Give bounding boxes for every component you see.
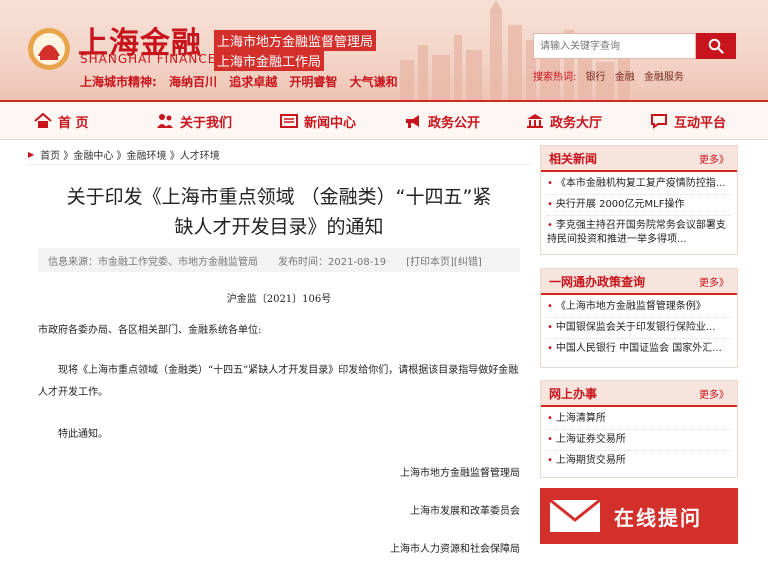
city-spirit-label: 上海城市精神: [80,75,157,89]
list-item-text: 李克强主持召开国务院常务会议部署支持民间投资和推进一举多得项... [547,220,726,245]
article-meta: 信息来源：市金融工作党委、市地方金融监管局 发布时间：2021-08-19 [打… [38,248,520,272]
nav-news[interactable]: 新闻中心 [280,102,356,140]
hot-search-words: 搜索热词: 银行 金融 金融服务 [533,68,690,83]
list-item-text: 《本市金融机构复工复产疫情防控指... [555,178,726,189]
list-item[interactable]: • 上海清算所 [547,409,731,430]
panel-header: 网上办事 更多》 [541,381,737,407]
breadcrumb-arrow-icon: ▶ [28,150,35,159]
search-button[interactable] [696,33,736,59]
list-item-text: 《上海市地方金融监督管理条例》 [555,301,706,312]
nav-public-affairs[interactable]: 政务公开 [404,102,480,140]
nav-interaction[interactable]: 互动平台 [650,102,726,140]
list-item[interactable]: • 上海期货交易所 [547,451,731,471]
list-item-text: 中国人民银行 中国证监会 国家外汇... [555,343,722,354]
brand-name-english: SHANGHAI FINANCE [80,52,217,66]
article: 关于印发《上海市重点领域 （金融类）“十四五”紧 缺人才开发目录》的通知 信息来… [28,172,530,564]
signature-org: 上海市地方金融监督管理局 [400,468,520,479]
article-title-line: 缺人才开发目录》的通知 [174,216,384,238]
hot-word-link[interactable]: 银行 [586,72,606,83]
city-spirit-item: 追求卓越 [229,75,278,89]
article-paragraph: 市政府各委办局、各区相关部门、金融系统各单位: [38,325,262,336]
nav-label: 首 页 [58,115,89,131]
related-news-panel: 相关新闻 更多》 • 《本市金融机构复工复产疫情防控指... • 央行开展 2000… [540,145,738,255]
nav-home[interactable]: 首 页 [34,102,89,140]
hot-words-label: 搜索热词: [533,72,577,83]
panel-title: 网上办事 [549,386,598,401]
megaphone-icon [406,115,419,128]
list-item[interactable]: • 《本市金融机构复工复产疫情防控指... [547,174,731,195]
city-spirit-item: 开明睿智 [289,75,338,89]
article-paragraph: 现将《上海市重点领域（金融类）“十四五”紧缺人才开发目录》印发给你们，请根据该目… [38,365,519,398]
nav-label: 互动平台 [674,115,727,131]
city-spirit-item: 海纳百川 [169,75,218,89]
nav-label: 新闻中心 [304,115,357,131]
list-item[interactable]: • 中国人民银行 中国证监会 国家外汇... [547,339,731,359]
article-title-line: 关于印发《上海市重点领域 （金融类）“十四五”紧 [66,186,492,208]
search-input[interactable] [534,34,695,59]
main-nav: 首 页 关于我们 新闻中心 政务公开 政务大厅 互动平台 [0,100,768,140]
nav-label: 政务大厅 [550,115,603,131]
government-building-icon [527,114,543,128]
article-source: 信息来源：市金融工作党委、市地方金融监管局 [48,256,258,268]
list-item[interactable]: • 中国银保监会关于印发银行保险业... [547,318,731,339]
panel-title: 相关新闻 [549,151,598,166]
online-ask-button[interactable]: 在线提问 [540,488,738,544]
panel-header: 相关新闻 更多》 [541,146,737,172]
hot-word-link[interactable]: 金融服务 [644,72,684,83]
org-name-1: 上海市地方金融监督管理局 [214,30,377,51]
document-number: 沪金监〔2021〕106号 [226,294,332,305]
list-item[interactable]: • 上海证券交易所 [547,430,731,451]
article-actions[interactable]: [打印本页][纠错] [406,253,482,268]
online-service-panel: 网上办事 更多》 • 上海清算所 • 上海证券交易所 • 上海期货交易所 [540,380,738,478]
policy-query-panel: 一网通办政策查询 更多》 • 《上海市地方金融监督管理条例》 • 中国银保监会关于印… [540,268,738,368]
search-box [533,33,696,59]
search-icon [708,38,724,54]
signature-org: 上海市发展和改革委员会 [410,506,520,517]
article-paragraph: 特此通知。 [58,429,108,440]
shanghai-finance-logo [28,28,70,70]
envelope-icon [549,498,601,532]
list-item-text: 中国银保监会关于印发银行保险业... [555,322,716,333]
chat-bubble-icon [651,114,667,129]
signature-org: 上海市人力资源和社会保障局 [390,544,520,555]
list-item-text: 央行开展 2000亿元MLF操作 [555,199,685,210]
site-header: 上海金融 SHANGHAI FINANCE 上海市地方金融监督管理局 上海市金融… [0,0,768,100]
list-item-text: 上海证券交易所 [555,434,626,445]
newspaper-icon [280,114,298,128]
nav-label: 关于我们 [180,115,233,131]
list-item[interactable]: • 李克强主持召开国务院常务会议部署支持民间投资和推进一举多得项... [547,216,731,250]
more-link[interactable]: 更多》 [699,386,729,401]
breadcrumb-path[interactable]: 首页 》金融中心 》金融环境 》人才环境 [40,147,220,162]
panel-header: 一网通办政策查询 更多》 [541,269,737,295]
article-date: 发布时间：2021-08-19 [278,256,387,268]
list-item[interactable]: • 央行开展 2000亿元MLF操作 [547,195,731,216]
online-ask-label: 在线提问 [614,505,702,530]
people-icon [157,114,173,128]
org-name-2: 上海市金融工作局 [214,50,325,71]
list-item-text: 上海清算所 [555,413,606,424]
nav-about[interactable]: 关于我们 [156,102,232,140]
more-link[interactable]: 更多》 [699,151,729,166]
city-spirit-item: 大气谦和 [349,75,398,89]
nav-label: 政务公开 [428,115,481,131]
list-item-text: 上海期货交易所 [555,455,626,466]
article-title: 关于印发《上海市重点领域 （金融类）“十四五”紧 缺人才开发目录》的通知 [28,182,530,242]
city-spirit: 上海城市精神: 海纳百川 追求卓越 开明睿智 大气谦和 [80,73,406,90]
breadcrumb: ▶ 首页 》金融中心 》金融环境 》人才环境 [28,145,530,165]
hot-word-link[interactable]: 金融 [615,72,635,83]
nav-service-hall[interactable]: 政务大厅 [526,102,602,140]
list-item[interactable]: • 《上海市地方金融监督管理条例》 [547,297,731,318]
more-link[interactable]: 更多》 [699,274,729,289]
home-icon [34,113,52,128]
panel-title: 一网通办政策查询 [549,274,646,289]
